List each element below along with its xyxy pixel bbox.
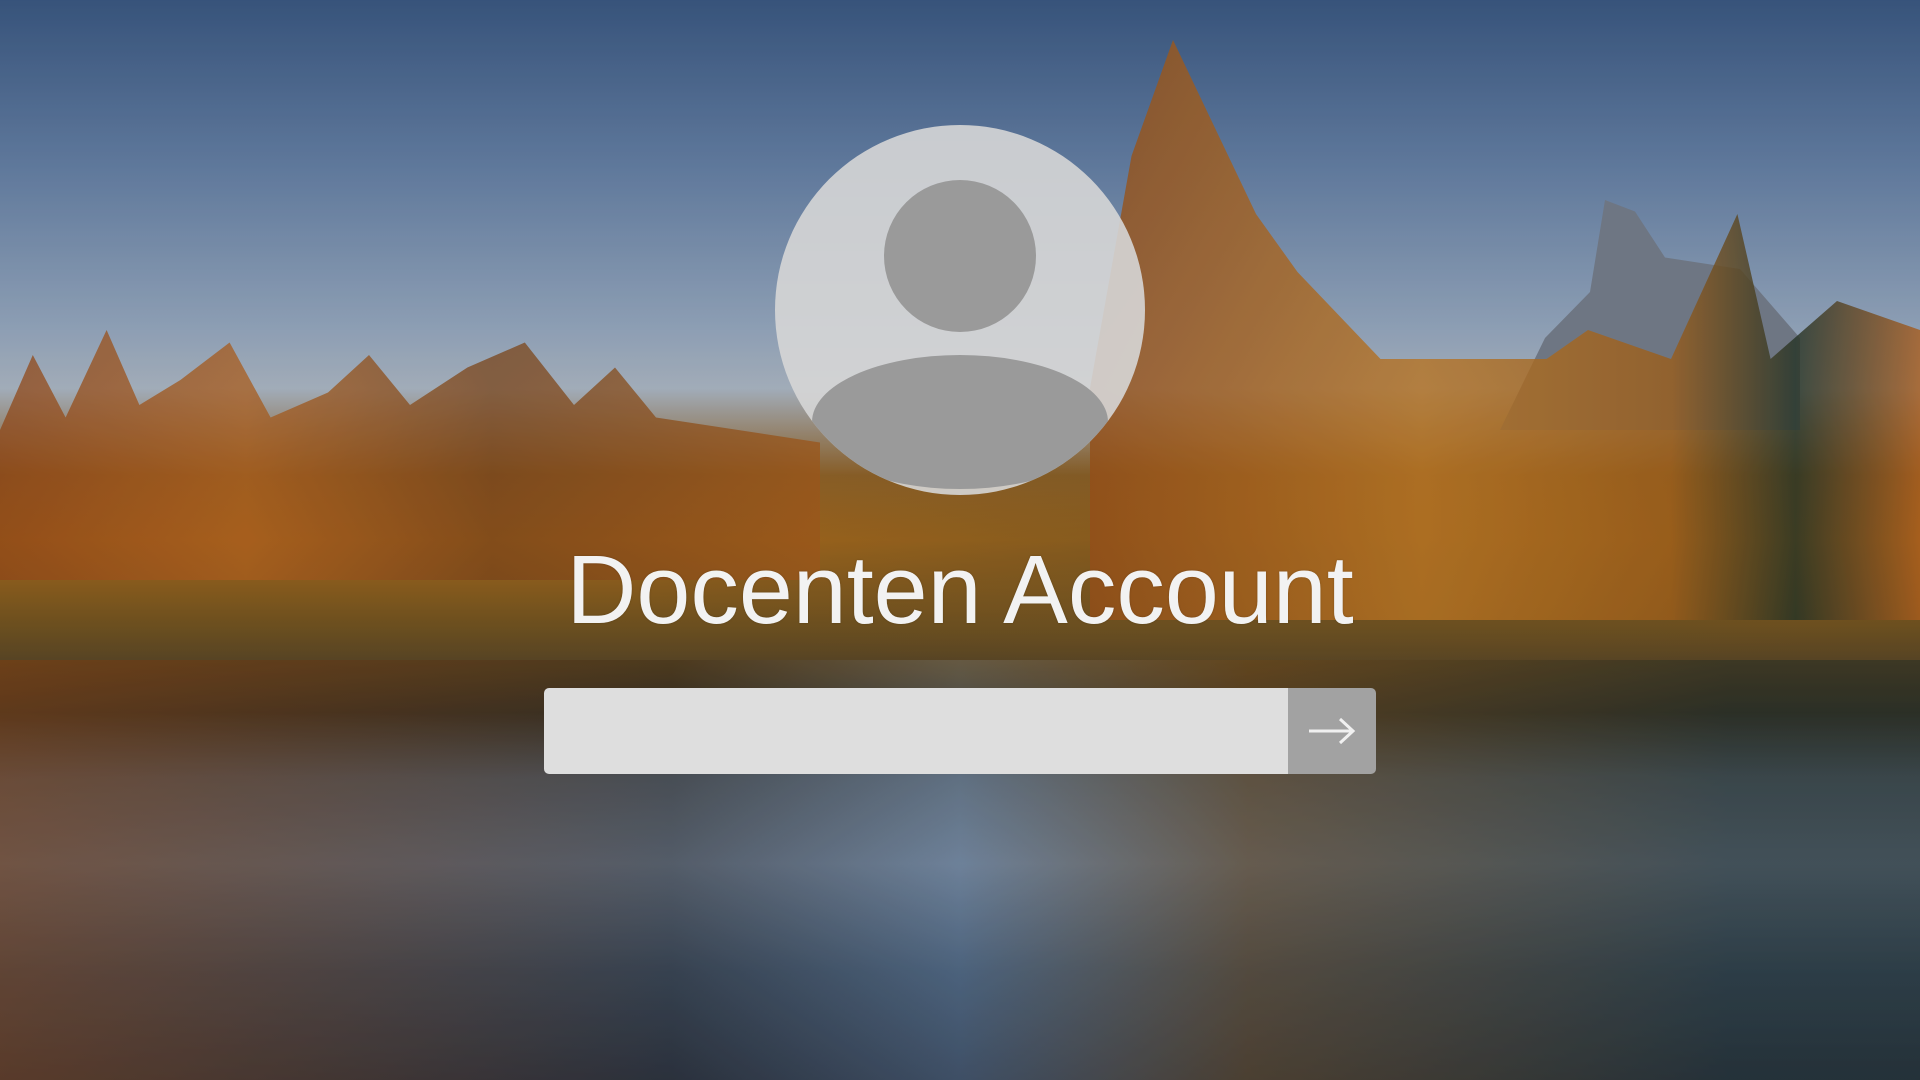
arrow-right-icon xyxy=(1309,717,1356,745)
password-input[interactable] xyxy=(544,688,1288,774)
password-form xyxy=(544,688,1376,774)
user-avatar-icon xyxy=(775,125,1145,495)
account-name: Docenten Account xyxy=(566,535,1354,644)
submit-button[interactable] xyxy=(1288,688,1376,774)
